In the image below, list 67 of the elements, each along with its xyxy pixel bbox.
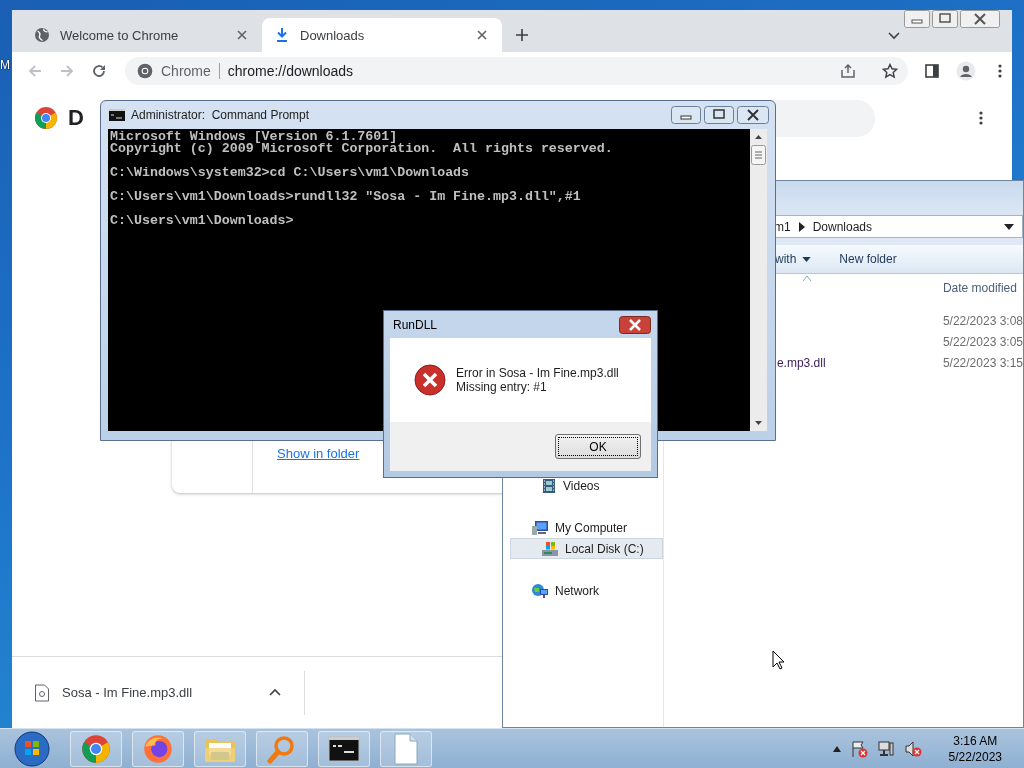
close-button[interactable]: [619, 315, 651, 334]
error-message: Missing entry: #1: [456, 380, 548, 394]
star-icon[interactable]: [882, 63, 898, 79]
download-icon: [274, 27, 290, 43]
console-line: Copyright (c) 2009 Microsoft Corporation. All rights reserved.: [110, 143, 613, 155]
breadcrumb-arrow-icon: [798, 221, 805, 232]
console-line: Microsoft Windows [Version 6.1.7601]: [110, 131, 398, 143]
terminal-icon[interactable]: [328, 735, 360, 762]
site-label: Chrome: [161, 63, 211, 79]
console-line: C:\Users\vm1\Downloads>: [110, 215, 294, 227]
ok-button[interactable]: OK: [555, 434, 641, 459]
maximize-button[interactable]: [932, 10, 958, 28]
error-icon: [414, 364, 446, 396]
network-icon[interactable]: [876, 739, 895, 758]
scroll-thumb[interactable]: [751, 145, 766, 165]
breadcrumb-item[interactable]: Downloads: [812, 219, 873, 234]
close-button[interactable]: [960, 10, 1000, 28]
page-heading: D: [68, 105, 84, 131]
drive-icon: [541, 540, 559, 557]
browser-tab[interactable]: Downloads: [262, 18, 502, 52]
nav-item[interactable]: Local Disk (C:): [510, 538, 663, 559]
close-button[interactable]: [737, 106, 769, 124]
toolbar-button[interactable]: New folder: [839, 252, 897, 266]
address-bar[interactable]: Chrome chrome://downloads: [125, 57, 908, 85]
console-line: C:\Users\vm1\Downloads>rundll32 "Sosa - Im Fine.mp3.dll",#1: [110, 191, 581, 203]
show-in-folder-link[interactable]: Show in folder: [277, 446, 360, 461]
start-button[interactable]: [14, 730, 50, 767]
browser-tab[interactable]: Welcome to Chrome: [22, 18, 262, 52]
clock[interactable]: 3:16 AM 5/22/2023: [948, 732, 1002, 765]
scrollbar[interactable]: [750, 129, 767, 431]
dialog-title: RunDLL: [393, 317, 438, 332]
share-icon[interactable]: [840, 63, 856, 79]
dropdown-icon[interactable]: [1004, 223, 1014, 230]
flag-icon[interactable]: [849, 739, 868, 758]
maximize-button[interactable]: [704, 106, 734, 124]
date-modified: 5/22/2023 3:08: [942, 313, 1023, 328]
show-hidden-icons-icon[interactable]: [832, 745, 841, 752]
window-title: Administrator: Command Prompt: [131, 108, 310, 122]
plus-icon[interactable]: [514, 27, 530, 43]
taskbar-button[interactable]: [318, 730, 370, 767]
terminal-icon: [109, 109, 125, 121]
dropdown-icon: [802, 256, 812, 262]
volume-muted-icon[interactable]: [903, 739, 922, 758]
nav-item[interactable]: Network: [510, 580, 663, 601]
date-modified: 5/22/2023 3:05: [942, 334, 1023, 349]
profile-icon[interactable]: [956, 61, 976, 81]
chrome-logo-icon: [34, 106, 58, 130]
film-icon: [541, 477, 557, 494]
column-header[interactable]: Date modified: [942, 281, 1017, 295]
nav-item[interactable]: My Computer: [510, 517, 663, 538]
firefox-icon[interactable]: [143, 733, 173, 764]
download-file-name[interactable]: Sosa - Im Fine.mp3.dll: [62, 685, 193, 700]
minimize-button[interactable]: [671, 106, 701, 124]
mouse-cursor-icon: [772, 650, 786, 670]
url-text: chrome://downloads: [227, 63, 354, 79]
globe-icon: [34, 27, 50, 43]
toolbar-button[interactable]: with: [775, 252, 812, 266]
side-panel-icon[interactable]: [924, 63, 940, 79]
computer-icon: [531, 519, 549, 536]
console-line: C:\Windows\system32>cd C:\Users\vm1\Downloads: [110, 167, 470, 179]
file-name[interactable]: e.mp3.dll: [776, 355, 826, 370]
network-icon: [531, 582, 549, 599]
file-icon: [34, 683, 50, 702]
reload-icon[interactable]: [91, 63, 107, 79]
date-modified: 5/22/2023 3:15: [942, 355, 1023, 370]
desktop-icon-label: M: [0, 58, 10, 72]
error-message: Error in Sosa - Im Fine.mp3.dll: [456, 366, 619, 380]
